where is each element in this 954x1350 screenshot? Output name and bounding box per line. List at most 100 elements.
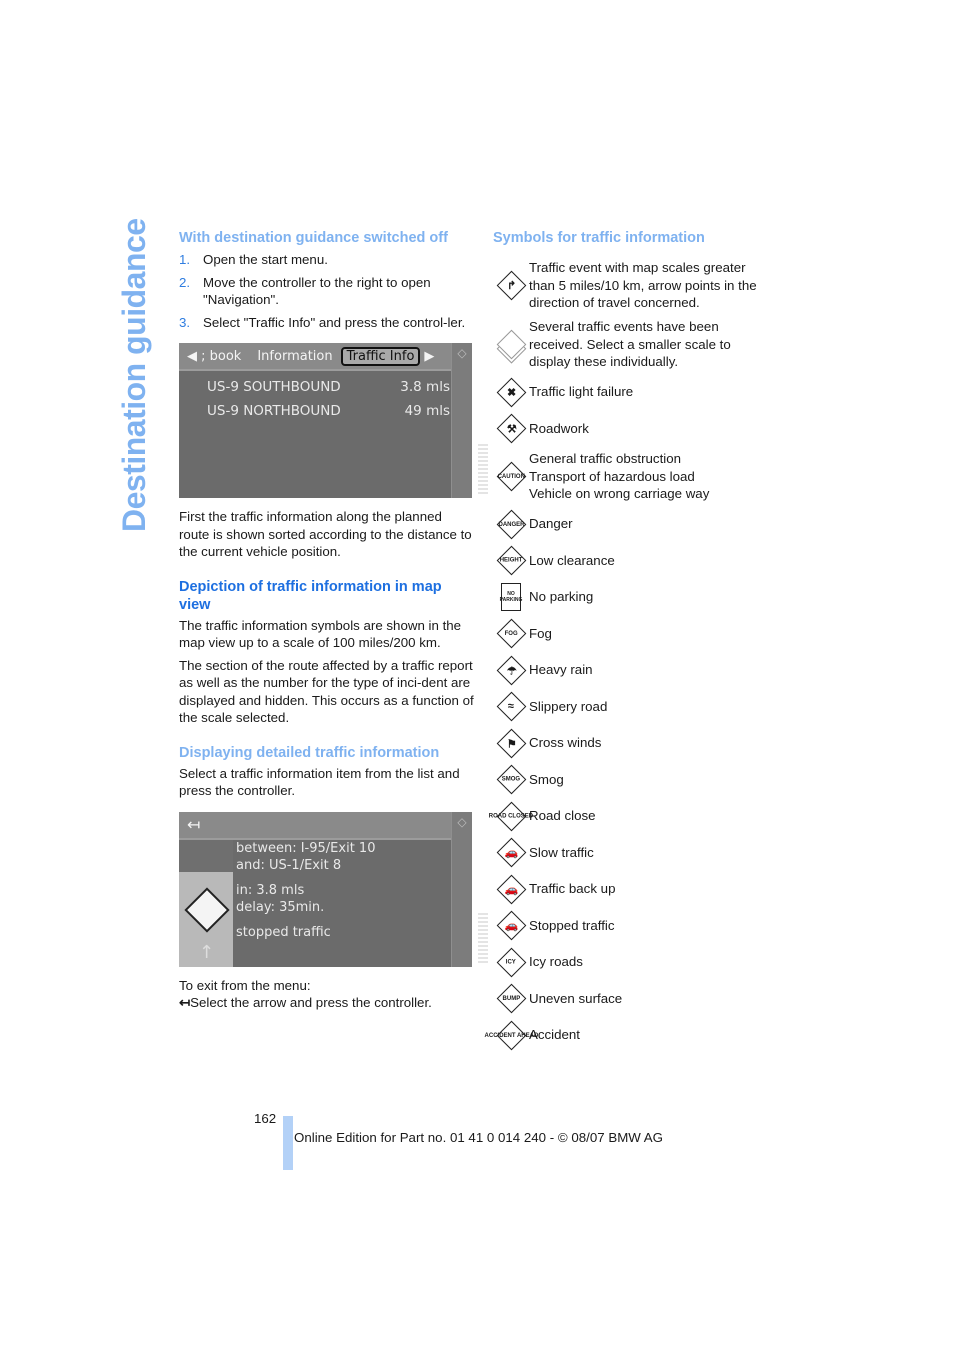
back-arrow-icon: ↤ xyxy=(179,995,191,1010)
step-item: 3. Select "Traffic Info" and press the co… xyxy=(179,314,466,330)
symbol-description: Uneven surface xyxy=(529,990,623,1006)
chapter-side-title: Destination guidance xyxy=(116,218,152,532)
symbol-item: ⚒ Roadwork xyxy=(493,413,773,444)
image-code-watermark xyxy=(478,912,488,963)
no-parking-icon: NO PARKING xyxy=(493,583,529,611)
symbol-item: Several traffic events have been receive… xyxy=(493,318,773,371)
symbol-item: ✖ Traffic light failure xyxy=(493,377,773,407)
symbol-description: Traffic light failure xyxy=(529,384,634,400)
heavy-rain-icon: ☂ xyxy=(493,655,529,685)
right-column: Symbols for traffic information ↱ Traffic… xyxy=(484,229,773,1057)
symbol-description: Slippery road xyxy=(529,698,608,714)
traffic-detail-screen: ↤ ↑ between: I-95/Exit 10 and: US-1/Exit… xyxy=(179,811,488,967)
slow-traffic-icon: 🚗 xyxy=(493,837,529,868)
danger-icon: DANGER xyxy=(493,509,529,539)
up-arrow-icon[interactable]: ↑ xyxy=(199,942,214,963)
symbol-description: Several traffic events have been receive… xyxy=(529,319,731,369)
symbol-item: DANGER Danger xyxy=(493,509,773,539)
symbol-description: Fog xyxy=(529,625,552,641)
list-explanation: First the traffic information along the … xyxy=(179,509,472,559)
symbol-description: Traffic back up xyxy=(529,881,616,897)
symbol-item: ↱ Traffic event with map scales greater t… xyxy=(493,259,773,312)
symbol-item: 🚗 Stopped traffic xyxy=(493,910,773,941)
symbol-description: Traffic event with map scales greater th… xyxy=(529,260,757,310)
symbol-item: ROAD CLOSED Road close xyxy=(489,801,773,831)
exit-label: To exit from the menu: xyxy=(179,977,311,993)
symbol-item: NO PARKING No parking xyxy=(493,582,773,612)
screen-header: ↤ xyxy=(179,811,472,840)
heading-symbols: Symbols for traffic information xyxy=(493,230,705,246)
symbol-item: BUMP Uneven surface xyxy=(493,983,773,1014)
symbol-description: No parking xyxy=(529,589,594,605)
symbol-item: 🚗 Traffic back up xyxy=(493,874,773,904)
traffic-back-up-icon: 🚗 xyxy=(493,874,529,904)
tab-next-arrow[interactable]: ▶ xyxy=(420,349,438,364)
road-closed-icon: ROAD CLOSED xyxy=(489,801,533,831)
scrollbar[interactable]: ◇ xyxy=(451,343,472,498)
symbol-description: Heavy rain xyxy=(529,662,593,678)
traffic-info-list-screen: ◀ ; book Information Traffic Info ▶ US-9… xyxy=(179,343,488,498)
tab-information[interactable]: Information xyxy=(249,349,340,364)
slippery-road-icon: ≈ xyxy=(493,691,529,722)
symbol-item: FOG Fog xyxy=(493,618,773,649)
symbol-item: ICY Icy roads xyxy=(493,947,773,977)
map-view-para-2: The section of the route affected by a t… xyxy=(179,657,474,726)
footer-edition: Online Edition for Part no. 01 41 0 014 … xyxy=(294,1130,664,1145)
scroll-chevron-icon: ◇ xyxy=(457,814,467,829)
caution-icon: CAUTION xyxy=(493,461,529,492)
image-code-watermark xyxy=(478,444,488,494)
traffic-light-failure-icon: ✖ xyxy=(493,377,529,407)
heading-guidance-off: With destination guidance switched off xyxy=(179,230,448,246)
left-column: With destination guidance switched off 1… xyxy=(179,229,488,1012)
symbol-description: Danger xyxy=(529,516,573,532)
symbol-item: 🚗 Slow traffic xyxy=(493,837,773,868)
symbol-description: Slow traffic xyxy=(529,844,594,860)
steps-list: 1. Open the start menu. 2. Move the contro… xyxy=(179,251,474,331)
step-item: 1. Open the start menu. xyxy=(179,252,328,267)
symbol-item: CAUTION General traffic obstruction Trans… xyxy=(493,450,773,503)
stopped-traffic-icon: 🚗 xyxy=(493,910,529,941)
symbol-item: HEIGHT Low clearance xyxy=(493,545,773,576)
roadwork-icon: ⚒ xyxy=(493,413,529,444)
heading-detailed-info: Displaying detailed traffic information xyxy=(179,744,440,761)
arrow-turn-icon: ↱ xyxy=(493,270,529,301)
symbol-description: General traffic obstruction Transport of… xyxy=(529,451,710,501)
symbol-description: Roadwork xyxy=(529,420,589,436)
symbol-description: Road close xyxy=(529,808,596,824)
exit-instruction: ↤Select the arrow and press the controll… xyxy=(179,995,432,1010)
screen-tab-bar: ◀ ; book Information Traffic Info ▶ xyxy=(179,343,472,371)
detail-text: between: I-95/Exit 10 and: US-1/Exit 8 i… xyxy=(236,840,376,940)
symbol-item: ACCIDENT AHEAD Accident xyxy=(484,1020,773,1050)
symbol-list: ↱ Traffic event with map scales greater t… xyxy=(484,259,773,1050)
fog-icon: FOG xyxy=(493,618,529,649)
height-icon: HEIGHT xyxy=(493,545,529,576)
symbol-item: ≈ Slippery road xyxy=(493,691,773,722)
heading-map-view: Depiction of traffic information in map … xyxy=(179,578,442,613)
bump-icon: BUMP xyxy=(493,983,529,1014)
detailed-info-para: Select a traffic information item from t… xyxy=(179,765,460,799)
tab-traffic-info[interactable]: Traffic Info xyxy=(340,346,421,366)
tab-book[interactable]: ◀ ; book xyxy=(179,349,249,364)
traffic-list: US-9 SOUTHBOUND 3.8 mls US-9 NORTHBOUND 49… xyxy=(207,375,450,423)
symbol-item: ☂ Heavy rain xyxy=(493,655,773,685)
stopped-traffic-icon xyxy=(184,886,230,933)
traffic-list-item[interactable]: US-9 NORTHBOUND 49 mls xyxy=(207,399,450,423)
page-number: 162 xyxy=(254,1111,277,1126)
smog-icon: SMOG xyxy=(493,764,529,795)
symbol-description: Low clearance xyxy=(529,552,615,568)
symbol-description: Smog xyxy=(529,771,564,787)
back-arrow-icon[interactable]: ↤ xyxy=(179,815,208,834)
scroll-chevron-icon: ◇ xyxy=(457,346,467,360)
symbol-description: Cross winds xyxy=(529,735,602,751)
cross-winds-icon: ⚑ xyxy=(493,728,529,758)
symbol-item: SMOG Smog xyxy=(493,764,773,795)
symbol-description: Stopped traffic xyxy=(529,917,615,933)
multiple-events-icon xyxy=(493,329,529,360)
icy-roads-icon: ICY xyxy=(493,947,529,977)
scrollbar[interactable]: ◇ xyxy=(451,811,472,967)
map-view-para-1: The traffic information symbols are show… xyxy=(179,617,462,651)
accident-icon: ACCIDENT AHEAD xyxy=(484,1020,538,1050)
symbol-item: ⚑ Cross winds xyxy=(493,728,773,758)
symbol-description: Icy roads xyxy=(529,954,583,970)
traffic-list-item[interactable]: US-9 SOUTHBOUND 3.8 mls xyxy=(207,375,450,399)
